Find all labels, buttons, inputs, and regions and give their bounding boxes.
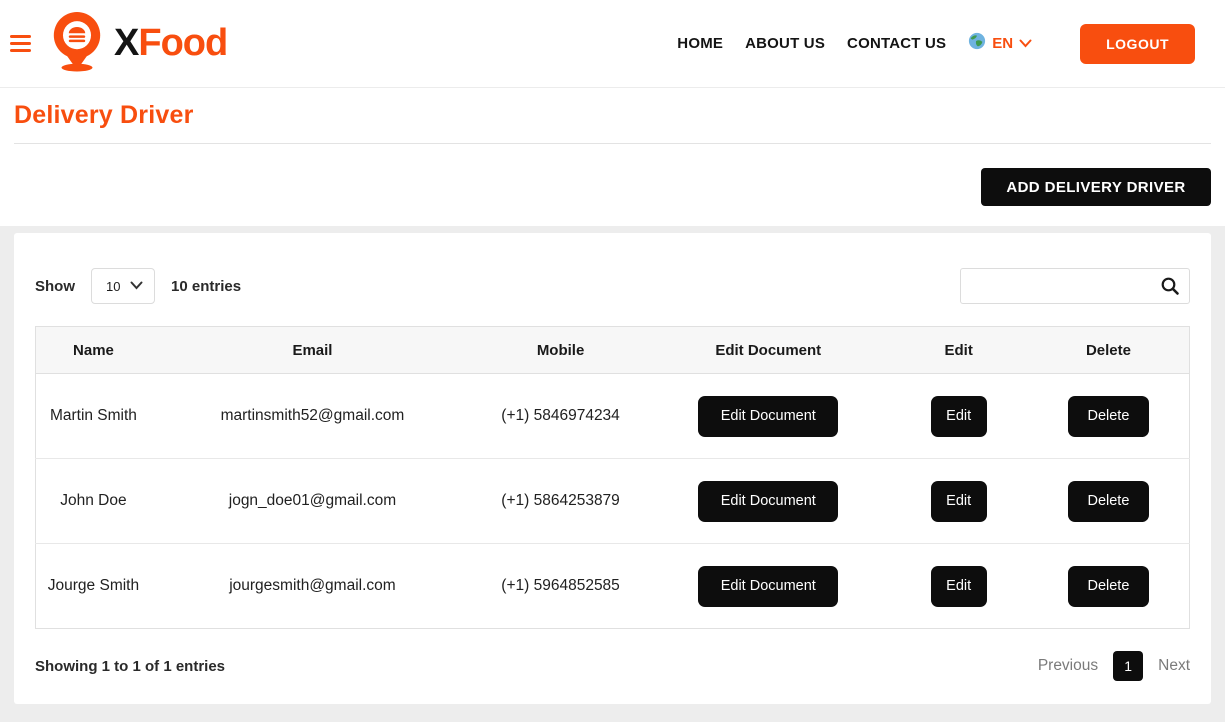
logout-button[interactable]: LOGOUT <box>1080 24 1195 64</box>
actions-row: ADD DELIVERY DRIVER <box>14 144 1211 226</box>
driver-name: Martin Smith <box>50 404 137 427</box>
edit-document-button[interactable]: Edit Document <box>698 566 838 607</box>
chevron-down-icon <box>1019 35 1032 53</box>
search-icon[interactable] <box>1159 275 1181 302</box>
table-row: Martin Smith martinsmith52@gmail.com (+1… <box>36 374 1190 459</box>
delete-button[interactable]: Delete <box>1068 396 1149 437</box>
driver-mobile: (+1) 5964852585 <box>474 544 647 629</box>
pagination: Previous 1 Next <box>1038 651 1190 681</box>
select-chevron-icon <box>130 277 143 295</box>
column-header-edit-document: Edit Document <box>647 327 889 374</box>
nav-item-home[interactable]: HOME <box>677 35 723 52</box>
page-size-select[interactable]: 10 <box>91 268 155 304</box>
delete-button[interactable]: Delete <box>1068 566 1149 607</box>
column-header-edit: Edit <box>889 327 1027 374</box>
top-header: XFood HOME ABOUT US CONTACT US EN LOGOUT <box>0 0 1225 88</box>
globe-icon <box>968 32 986 55</box>
main-nav: HOME ABOUT US CONTACT US EN LOGOUT <box>677 24 1195 64</box>
menu-hamburger-icon[interactable] <box>10 31 34 56</box>
edit-document-button[interactable]: Edit Document <box>698 481 838 522</box>
language-selector[interactable]: EN <box>968 32 1032 55</box>
driver-mobile: (+1) 5864253879 <box>474 459 647 544</box>
nav-item-about-us[interactable]: ABOUT US <box>745 35 825 52</box>
driver-mobile: (+1) 5846974234 <box>474 374 647 459</box>
driver-name: John Doe <box>60 489 126 512</box>
drivers-table: Name Email Mobile Edit Document Edit Del… <box>35 326 1190 629</box>
table-controls: Show 10 10 entries <box>35 268 1190 304</box>
edit-document-button[interactable]: Edit Document <box>698 396 838 437</box>
page-title-bar: Delivery Driver <box>14 88 1211 144</box>
table-header-row: Name Email Mobile Edit Document Edit Del… <box>36 327 1190 374</box>
nav-item-contact-us[interactable]: CONTACT US <box>847 35 946 52</box>
pagination-next[interactable]: Next <box>1158 657 1190 675</box>
driver-email: jourgesmith@gmail.com <box>151 544 474 629</box>
page-title: Delivery Driver <box>14 101 1211 130</box>
table-row: John Doe jogn_doe01@gmail.com (+1) 58642… <box>36 459 1190 544</box>
search-box <box>960 268 1190 304</box>
content-area: Show 10 10 entries <box>0 226 1225 722</box>
show-label: Show <box>35 278 75 295</box>
showing-entries-text: Showing 1 to 1 of 1 entries <box>35 658 225 675</box>
edit-button[interactable]: Edit <box>931 566 987 607</box>
column-header-delete: Delete <box>1028 327 1190 374</box>
table-card: Show 10 10 entries <box>14 233 1211 704</box>
entries-count-label: 10 entries <box>171 278 241 295</box>
brand-name: XFood <box>114 22 227 65</box>
search-input[interactable] <box>960 268 1190 304</box>
brand-logo[interactable]: XFood <box>48 10 227 77</box>
column-header-name: Name <box>36 327 151 374</box>
table-footer: Showing 1 to 1 of 1 entries Previous 1 N… <box>35 651 1190 681</box>
delete-button[interactable]: Delete <box>1068 481 1149 522</box>
column-header-email: Email <box>151 327 474 374</box>
page-size-value: 10 <box>106 279 120 294</box>
column-header-mobile: Mobile <box>474 327 647 374</box>
driver-email: martinsmith52@gmail.com <box>151 374 474 459</box>
table-row: Jourge Smith jourgesmith@gmail.com (+1) … <box>36 544 1190 629</box>
pagination-previous[interactable]: Previous <box>1038 657 1098 675</box>
add-delivery-driver-button[interactable]: ADD DELIVERY DRIVER <box>981 168 1211 206</box>
driver-email: jogn_doe01@gmail.com <box>151 459 474 544</box>
edit-button[interactable]: Edit <box>931 481 987 522</box>
map-pin-burger-icon <box>48 10 106 77</box>
pagination-page-1[interactable]: 1 <box>1113 651 1143 681</box>
language-code: EN <box>992 35 1013 52</box>
edit-button[interactable]: Edit <box>931 396 987 437</box>
driver-name: Jourge Smith <box>48 574 139 597</box>
